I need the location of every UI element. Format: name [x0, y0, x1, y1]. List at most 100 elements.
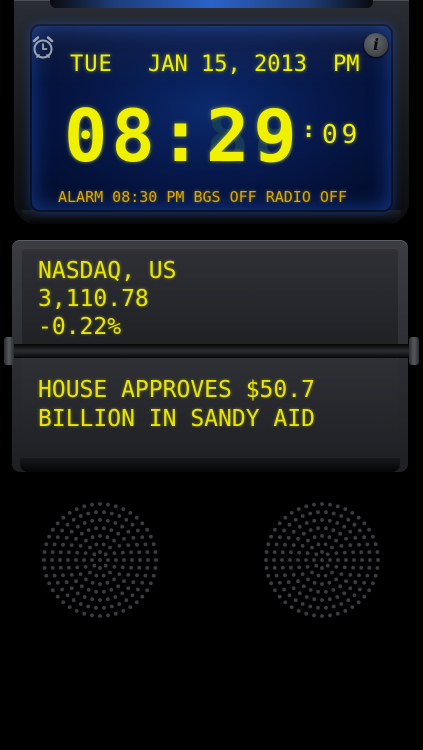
speaker-hole: [44, 542, 49, 547]
speaker-hole: [352, 558, 356, 562]
speaker-hole: [316, 589, 320, 594]
speaker-hole: [273, 588, 277, 593]
speaker-hole: [373, 573, 378, 578]
speaker-hole: [90, 502, 94, 507]
speaker-hole: [121, 507, 126, 511]
speaker-hole: [92, 563, 97, 568]
speaker-hole: [90, 597, 95, 602]
speaker-hole: [365, 542, 370, 547]
speaker-hole: [325, 563, 330, 568]
speaker-hole: [126, 573, 131, 577]
speaker-hole: [346, 517, 351, 522]
speaker-hole: [269, 581, 273, 586]
speaker-hole: [98, 550, 102, 554]
speaker-hole: [305, 551, 310, 555]
speaker-hole: [312, 613, 316, 618]
speaker-hole: [371, 534, 375, 539]
day-of-week: TUE: [70, 52, 113, 77]
speaker-hole: [305, 565, 310, 569]
seconds-separator: :: [302, 118, 316, 143]
speaker-hole: [331, 528, 336, 532]
speaker-hole: [280, 558, 284, 562]
speaker-hole: [84, 538, 88, 543]
speaker-hole: [293, 598, 298, 603]
speaker-hole: [113, 521, 118, 525]
speaker-hole: [334, 538, 338, 543]
speaker-hole: [327, 597, 332, 602]
speaker-hole: [140, 580, 145, 585]
speaker-hole: [291, 529, 296, 534]
speaker-hole: [42, 566, 47, 570]
speaker-hole: [151, 542, 156, 547]
speaker-hole: [291, 543, 296, 547]
speaker-hole: [362, 580, 367, 585]
speaker-hole: [310, 570, 314, 575]
speaker-hole: [367, 566, 372, 570]
speaker-hole: [272, 550, 277, 554]
speaker-hole: [102, 526, 106, 531]
speaker-hole: [304, 611, 309, 616]
speaker-hole: [348, 573, 353, 577]
speaker-hole: [348, 586, 353, 591]
speaker-hole: [116, 531, 121, 536]
speaker-hole: [64, 580, 69, 585]
speaker-hole: [277, 535, 282, 540]
speaker-hole: [74, 579, 78, 584]
speaker-hole: [293, 517, 298, 522]
speaker-hole: [140, 521, 145, 526]
speaker-hole: [113, 504, 118, 509]
speaker-hole: [375, 566, 380, 570]
speaker-hole: [264, 550, 269, 554]
speaker-hole: [350, 511, 355, 515]
speaker-hole: [92, 552, 97, 557]
speaker-hole: [151, 573, 156, 578]
seconds-display: 09: [322, 120, 362, 150]
speaker-hole: [82, 595, 87, 599]
speaker-hole: [352, 593, 357, 598]
speaker-hole: [143, 542, 148, 547]
speaker-hole: [94, 510, 98, 515]
speaker-hole: [338, 584, 343, 589]
speaker-hole: [52, 542, 57, 547]
hinge-cap-left: [4, 337, 14, 365]
speaker-hole: [78, 572, 83, 576]
headline-line-1: HOUSE APPROVES $50.7: [38, 377, 315, 403]
speaker-hole: [304, 521, 309, 525]
speaker-hole: [86, 588, 91, 592]
speaker-hole: [74, 536, 78, 541]
speaker-hole: [264, 566, 269, 570]
date-label: JAN 15, 2013: [148, 52, 307, 77]
speaker-hole: [149, 534, 153, 539]
speaker-hole: [101, 573, 106, 578]
speaker-hole: [75, 591, 80, 596]
speaker-hole: [117, 572, 122, 576]
speaker-hole: [65, 593, 70, 598]
status-line: ALARM 08:30 PM BGS OFF RADIO OFF: [58, 188, 347, 206]
speaker-hole: [90, 535, 95, 540]
speaker-hole: [112, 551, 117, 555]
info-icon[interactable]: i: [364, 33, 388, 57]
speaker-hole: [338, 531, 343, 536]
speaker-hole: [69, 529, 74, 534]
speaker-hole: [98, 566, 102, 570]
speaker-hole: [113, 595, 118, 599]
speaker-hole: [52, 573, 57, 578]
speaker-hole: [331, 588, 336, 592]
speaker-hole: [334, 565, 339, 569]
speaker-hole: [358, 587, 362, 592]
speaker-hole: [71, 598, 76, 603]
alarm-clock-icon[interactable]: [30, 34, 56, 60]
speaker-hole: [301, 531, 306, 536]
speaker-hole: [273, 527, 277, 532]
speaker-hole: [51, 527, 55, 532]
speaker-hole: [356, 600, 361, 605]
speaker-hole: [359, 565, 364, 570]
top-glow-bar: [50, 0, 373, 8]
speaker-hole: [117, 602, 122, 606]
speaker-hole: [106, 558, 110, 562]
speaker-hole: [297, 524, 302, 529]
speaker-hole: [330, 545, 334, 550]
speaker-hole: [357, 573, 361, 578]
speaker-hole: [304, 504, 309, 509]
speaker-hole: [131, 580, 136, 585]
